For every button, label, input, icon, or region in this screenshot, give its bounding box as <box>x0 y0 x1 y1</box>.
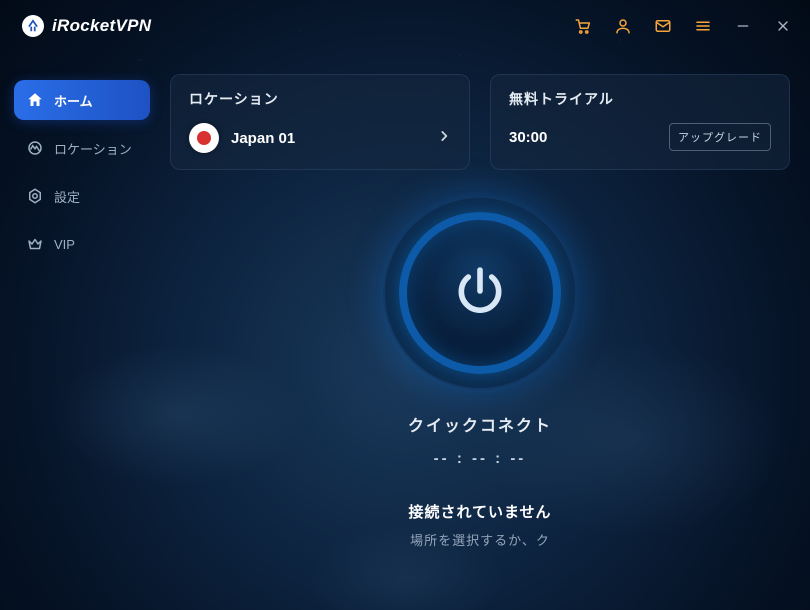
trial-card: 無料トライアル 30:00 アップグレード <box>490 74 790 170</box>
main-content: ロケーション Japan 01 無料トライアル 30:00 アップグレード <box>170 74 790 600</box>
menu-icon[interactable] <box>694 17 712 35</box>
settings-icon <box>26 187 44 205</box>
sidebar: ホーム ロケーション 設定 VIP <box>0 80 150 264</box>
sidebar-item-vip[interactable]: VIP <box>14 224 150 264</box>
sidebar-item-label: ロケーション <box>54 139 132 158</box>
status-title: 接続されていません <box>408 501 551 522</box>
home-icon <box>26 91 44 109</box>
titlebar: iRocketVPN <box>0 0 810 52</box>
mail-icon[interactable] <box>654 17 672 35</box>
location-selector[interactable]: Japan 01 <box>189 123 451 153</box>
power-button[interactable] <box>385 198 575 388</box>
location-card-title: ロケーション <box>189 89 451 109</box>
sidebar-item-location[interactable]: ロケーション <box>14 128 150 168</box>
close-icon[interactable] <box>774 17 792 35</box>
trial-card-title: 無料トライアル <box>509 89 771 109</box>
brand: iRocketVPN <box>22 15 151 37</box>
titlebar-actions <box>574 17 792 35</box>
location-card: ロケーション Japan 01 <box>170 74 470 170</box>
sidebar-item-label: 設定 <box>54 187 80 206</box>
status-subtitle: 場所を選択するか、ク <box>408 530 551 549</box>
upgrade-button[interactable]: アップグレード <box>669 123 771 151</box>
trial-row: 30:00 アップグレード <box>509 123 771 151</box>
sidebar-item-label: ホーム <box>54 91 93 110</box>
sidebar-item-label: VIP <box>54 237 75 252</box>
cards-row: ロケーション Japan 01 無料トライアル 30:00 アップグレード <box>170 74 790 170</box>
brand-logo-icon <box>22 15 44 37</box>
connect-timer: -- : -- : -- <box>434 450 527 467</box>
status-box: 接続されていません 場所を選択するか、ク <box>408 501 551 549</box>
minimize-icon[interactable] <box>734 17 752 35</box>
location-icon <box>26 139 44 157</box>
brand-name: iRocketVPN <box>52 16 151 36</box>
chevron-right-icon <box>437 129 451 148</box>
vip-icon <box>26 235 44 253</box>
sidebar-item-settings[interactable]: 設定 <box>14 176 150 216</box>
quick-connect-label: クイックコネクト <box>408 412 552 436</box>
connect-area: クイックコネクト -- : -- : -- 接続されていません 場所を選択するか… <box>170 198 790 549</box>
location-name: Japan 01 <box>231 130 425 147</box>
trial-time: 30:00 <box>509 129 655 146</box>
user-icon[interactable] <box>614 17 632 35</box>
flag-jp-icon <box>189 123 219 153</box>
sidebar-item-home[interactable]: ホーム <box>14 80 150 120</box>
cart-icon[interactable] <box>574 17 592 35</box>
power-icon <box>452 263 508 324</box>
